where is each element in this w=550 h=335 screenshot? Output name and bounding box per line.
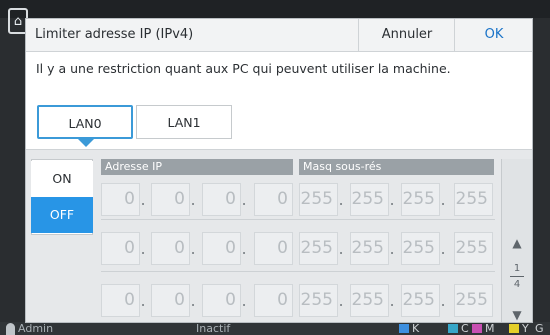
triangle-down-icon[interactable]: ▼ (505, 303, 529, 322)
octet-separator: . (190, 239, 196, 258)
page-current: 1 (513, 263, 521, 274)
mask-octet-field[interactable]: 255 (350, 284, 389, 317)
octet-separator: . (140, 291, 146, 310)
octet-separator: . (389, 291, 395, 310)
background-top-bar (0, 0, 550, 18)
octet-separator: . (190, 190, 196, 209)
mask-octet-field[interactable]: 255 (299, 232, 338, 265)
ip-octet-field[interactable]: 0 (151, 232, 190, 265)
octet-separator: . (190, 291, 196, 310)
octet-separator: . (389, 239, 395, 258)
login-user[interactable]: Admin (18, 322, 53, 335)
ip-octet-field[interactable]: 0 (101, 232, 140, 265)
mask-octet-field[interactable]: 255 (350, 183, 389, 216)
ink-m-icon (472, 324, 482, 333)
ip-octet-field[interactable]: 0 (254, 183, 293, 216)
ip-restriction-dialog: Limiter adresse IP (IPv4) Annuler OK Il … (25, 18, 533, 323)
ink-y-label: Y (522, 322, 529, 335)
toggle-on-button[interactable]: ON (31, 161, 93, 197)
ip-octet-field[interactable]: 0 (254, 284, 293, 317)
status-bar: Admin Inactif K C M Y G (0, 322, 550, 335)
ink-c-label: C (461, 322, 469, 335)
tab-lan1[interactable]: LAN1 (136, 105, 232, 139)
ink-m-label: M (485, 322, 495, 335)
dialog-title: Limiter adresse IP (IPv4) (35, 27, 194, 42)
divider (26, 149, 532, 150)
octet-separator: . (241, 239, 247, 258)
mask-octet-field[interactable]: 255 (299, 183, 338, 216)
dialog-header: Limiter adresse IP (IPv4) Annuler OK (26, 19, 532, 52)
octet-separator: . (140, 239, 146, 258)
octet-separator: . (440, 239, 446, 258)
mask-octet-field[interactable]: 255 (401, 232, 440, 265)
mask-octet-field[interactable]: 255 (454, 232, 493, 265)
page-total: 4 (513, 279, 521, 290)
ok-button[interactable]: OK (454, 19, 532, 51)
octet-separator: . (241, 190, 247, 209)
ip-octet-field[interactable]: 0 (202, 232, 241, 265)
triangle-up-icon[interactable]: ▲ (505, 231, 529, 255)
page-fraction-bar (510, 276, 524, 277)
ink-g-label: G (535, 322, 544, 335)
column-header-mask: Masq sous-rés (299, 159, 494, 175)
tab-lan0[interactable]: LAN0 (37, 105, 133, 139)
row-divider (101, 219, 495, 220)
ip-octet-field[interactable]: 0 (151, 284, 190, 317)
octet-separator: . (338, 291, 344, 310)
cancel-button[interactable]: Annuler (358, 19, 455, 51)
ip-octet-field[interactable]: 0 (101, 284, 140, 317)
octet-separator: . (338, 190, 344, 209)
mask-octet-field[interactable]: 255 (401, 284, 440, 317)
octet-separator: . (338, 239, 344, 258)
selected-tab-pointer (78, 139, 94, 147)
mask-octet-field[interactable]: 255 (401, 183, 440, 216)
mask-octet-field[interactable]: 255 (350, 232, 389, 265)
ink-k-icon (399, 324, 409, 333)
row-divider (101, 271, 495, 272)
ink-c-icon (448, 324, 458, 333)
ip-octet-field[interactable]: 0 (101, 183, 140, 216)
ip-octet-field[interactable]: 0 (202, 183, 241, 216)
mask-octet-field[interactable]: 255 (299, 284, 338, 317)
dialog-message: Il y a une restriction quant aux PC qui … (36, 61, 451, 76)
toggle-off-button[interactable]: OFF (31, 197, 93, 233)
octet-separator: . (140, 190, 146, 209)
mask-octet-field[interactable]: 255 (454, 183, 493, 216)
user-icon (6, 323, 15, 335)
octet-separator: . (389, 190, 395, 209)
octet-separator: . (440, 190, 446, 209)
octet-separator: . (440, 291, 446, 310)
machine-status: Inactif (196, 322, 231, 335)
ink-k-label: K (412, 322, 420, 335)
mask-octet-field[interactable]: 255 (454, 284, 493, 317)
ip-octet-field[interactable]: 0 (151, 183, 190, 216)
column-header-ip: Adresse IP (101, 159, 293, 175)
octet-separator: . (241, 291, 247, 310)
ip-octet-field[interactable]: 0 (202, 284, 241, 317)
ip-octet-field[interactable]: 0 (254, 232, 293, 265)
ink-y-icon (509, 324, 519, 333)
